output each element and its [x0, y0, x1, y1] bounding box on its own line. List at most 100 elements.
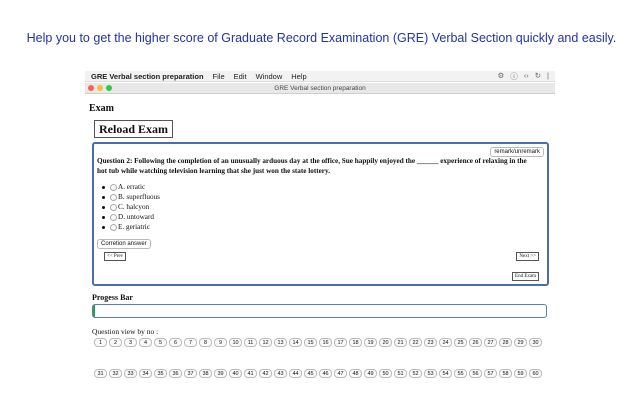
question-number-button[interactable]: 35	[154, 369, 167, 378]
question-number-button[interactable]: 60	[529, 369, 542, 378]
option-label: B. superfluous	[118, 193, 160, 201]
question-number-button[interactable]: 27	[484, 338, 497, 347]
question-number-button[interactable]: 53	[424, 369, 437, 378]
option-e[interactable]: E. geriatric	[102, 222, 160, 232]
question-number-button[interactable]: 29	[514, 338, 527, 347]
menu-edit[interactable]: Edit	[234, 72, 247, 81]
question-number-button[interactable]: 55	[454, 369, 467, 378]
question-number-button[interactable]: 36	[169, 369, 182, 378]
option-b[interactable]: B. superfluous	[102, 192, 160, 202]
bullet-icon	[102, 215, 105, 219]
correction-answer-button[interactable]: Corretion answer	[97, 239, 151, 249]
end-exam-button[interactable]: End Exam	[512, 272, 539, 281]
question-number-button[interactable]: 13	[274, 338, 287, 347]
question-number-button[interactable]: 16	[319, 338, 332, 347]
question-number-button[interactable]: 11	[244, 338, 257, 347]
question-number-button[interactable]: 7	[184, 338, 197, 347]
question-number-button[interactable]: 50	[379, 369, 392, 378]
question-number-button[interactable]: 46	[319, 369, 332, 378]
question-number-button[interactable]: 47	[334, 369, 347, 378]
question-number-button[interactable]: 3	[124, 338, 137, 347]
question-number-button[interactable]: 26	[469, 338, 482, 347]
question-number-button[interactable]: 10	[229, 338, 242, 347]
radio-icon[interactable]	[110, 193, 117, 201]
question-number-button[interactable]: 48	[349, 369, 362, 378]
question-number-button[interactable]: 5	[154, 338, 167, 347]
bullet-icon	[102, 185, 105, 189]
question-number-grid-2: 31 32 33 34 35 36 37 38 39 40 41 42 43 44 45 46 47 48 49 50…	[94, 369, 544, 378]
question-number-button[interactable]: 8	[199, 338, 212, 347]
option-label: A. erratic	[118, 183, 146, 191]
question-number-button[interactable]: 58	[499, 369, 512, 378]
question-number-button[interactable]: 4	[139, 338, 152, 347]
question-number-grid-1: 1 2 3 4 5 6 7 8 9 10 11 12 13 14 15 16 17 18 19 20 21 22 23 24 2…	[94, 338, 544, 347]
refresh-icon[interactable]: ↻	[535, 71, 541, 82]
radio-icon[interactable]	[110, 183, 117, 191]
question-number-button[interactable]: 22	[409, 338, 422, 347]
question-number-button[interactable]: 39	[214, 369, 227, 378]
question-number-button[interactable]: 41	[244, 369, 257, 378]
question-number-button[interactable]: 17	[334, 338, 347, 347]
radio-icon[interactable]	[110, 223, 117, 231]
prev-button[interactable]: << Prev	[104, 252, 127, 261]
question-number-button[interactable]: 28	[499, 338, 512, 347]
question-number-button[interactable]: 57	[484, 369, 497, 378]
question-number-button[interactable]: 2	[109, 338, 122, 347]
bullet-icon	[102, 205, 105, 209]
exam-heading: Exam	[89, 103, 114, 114]
settings-icon[interactable]: ⚙	[498, 71, 505, 82]
question-number-button[interactable]: 31	[94, 369, 107, 378]
radio-icon[interactable]	[110, 203, 117, 211]
question-number-button[interactable]: 15	[304, 338, 317, 347]
option-a[interactable]: A. erratic	[102, 182, 160, 192]
question-number-button[interactable]: 51	[394, 369, 407, 378]
page-headline: Help you to get the higher score of Grad…	[26, 31, 617, 45]
question-number-button[interactable]: 32	[109, 369, 122, 378]
question-number-button[interactable]: 54	[439, 369, 452, 378]
option-d[interactable]: D. untoward	[102, 212, 160, 222]
menu-app-name[interactable]: GRE Verbal section preparation	[91, 72, 204, 81]
question-number-button[interactable]: 52	[409, 369, 422, 378]
code-icon[interactable]: ‹›	[524, 71, 529, 82]
menu-help[interactable]: Help	[291, 72, 306, 81]
option-c[interactable]: C. halcyon	[102, 202, 160, 212]
question-number-button[interactable]: 56	[469, 369, 482, 378]
menu-file[interactable]: File	[213, 72, 225, 81]
question-number-button[interactable]: 49	[364, 369, 377, 378]
question-number-button[interactable]: 45	[304, 369, 317, 378]
question-number-button[interactable]: 19	[364, 338, 377, 347]
radio-icon[interactable]	[110, 213, 117, 221]
menu-tray: ⚙ ⓘ ‹› ↻ |	[498, 71, 549, 82]
question-number-button[interactable]: 40	[229, 369, 242, 378]
option-label: E. geriatric	[118, 223, 150, 231]
question-number-button[interactable]: 21	[394, 338, 407, 347]
question-number-button[interactable]: 6	[169, 338, 182, 347]
progress-bar	[92, 304, 547, 318]
menu-window[interactable]: Window	[256, 72, 283, 81]
question-number-button[interactable]: 12	[259, 338, 272, 347]
info-icon[interactable]: ⓘ	[510, 71, 518, 82]
question-number-button[interactable]: 30	[529, 338, 542, 347]
question-number-button[interactable]: 14	[289, 338, 302, 347]
question-number-button[interactable]: 24	[439, 338, 452, 347]
question-number-button[interactable]: 37	[184, 369, 197, 378]
question-number-button[interactable]: 38	[199, 369, 212, 378]
next-button[interactable]: Next >>	[516, 252, 539, 261]
question-number-button[interactable]: 43	[274, 369, 287, 378]
question-number-button[interactable]: 44	[289, 369, 302, 378]
question-number-button[interactable]: 1	[94, 338, 107, 347]
question-number-button[interactable]: 18	[349, 338, 362, 347]
question-number-button[interactable]: 20	[379, 338, 392, 347]
question-number-button[interactable]: 59	[514, 369, 527, 378]
question-number-button[interactable]: 33	[124, 369, 137, 378]
question-text: Question 2: Following the completion of …	[97, 157, 527, 175]
option-label: D. untoward	[118, 213, 154, 221]
reload-exam-button[interactable]: Reload Exam	[94, 120, 173, 138]
question-number-button[interactable]: 9	[214, 338, 227, 347]
question-number-button[interactable]: 34	[139, 369, 152, 378]
question-view-label: Question view by no :	[92, 327, 159, 336]
progress-fill	[93, 305, 96, 317]
question-number-button[interactable]: 42	[259, 369, 272, 378]
question-number-button[interactable]: 25	[454, 338, 467, 347]
question-number-button[interactable]: 23	[424, 338, 437, 347]
